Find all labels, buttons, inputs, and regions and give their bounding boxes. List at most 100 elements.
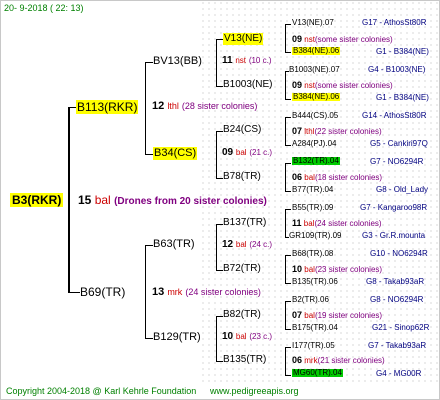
gen4-left-9: GR109(TR).09 <box>289 231 342 240</box>
gen1-count-1: 13 <box>152 286 165 298</box>
connector-line <box>285 347 291 348</box>
connector-line <box>145 245 153 246</box>
gen2-info-1: 09 bal (21 c.) <box>222 148 272 158</box>
gen4-left-1: B384(NE).06 <box>292 46 341 55</box>
gen3-note-2: (22 sister colonies) <box>314 127 382 136</box>
gen3-note-0: (some sister colonies) <box>314 35 393 44</box>
gen4-left-8: B55(TR).09 <box>292 203 334 212</box>
root-node: B3(RKR) <box>10 193 64 207</box>
gen3-breeder-6: bal <box>304 311 315 320</box>
connector-line <box>285 117 291 118</box>
gen3-info-3: 06 bal(18 sister colonies) <box>292 173 382 182</box>
gen4-right-5: G5 - Cankiri97Q <box>370 139 428 148</box>
gen3-breeder-5: bal <box>304 265 315 274</box>
gen3-info-7: 06 mrk(21 sister colonies) <box>292 356 385 365</box>
gen4-left-12: B2(TR).06 <box>292 295 329 304</box>
root-info: 15 bal (Drones from 20 sister colonies) <box>78 194 267 207</box>
connector-line <box>216 86 223 87</box>
connector-line <box>216 316 223 317</box>
gen3-note-5: (23 sister colonies) <box>314 265 383 274</box>
connector-line <box>285 237 289 238</box>
site-link[interactable]: www.pedigreeapis.org <box>210 387 299 396</box>
gen2-node-1: B34(CS) <box>153 147 198 160</box>
gen4-left-10: B68(TR).08 <box>292 249 334 258</box>
gen3-breeder-4: bal <box>303 219 315 228</box>
gen3-count-3: 06 <box>292 172 303 182</box>
gen3-note-3: (18 sister colonies) <box>314 173 383 182</box>
gen3-node-3: B78(TR) <box>223 171 261 182</box>
gen4-right-8: G7 - Kangaroo98R <box>360 203 428 212</box>
gen1-breeder-0: lthl <box>167 101 179 111</box>
gen4-right-9: G3 - Gr.R.mounta <box>362 231 426 240</box>
gen3-node-6: B82(TR) <box>223 309 261 320</box>
gen3-info-5: 10 bal(23 sister colonies) <box>292 265 382 274</box>
gen4-left-2: B1003(NE).07 <box>289 65 340 74</box>
connector-line <box>285 375 291 376</box>
connector-line <box>216 39 217 86</box>
connector-line <box>285 24 291 25</box>
gen4-left-14: I177(TR).05 <box>292 341 335 350</box>
connector-line <box>216 131 223 132</box>
connector-line <box>145 245 146 338</box>
connector-line <box>285 283 291 284</box>
gen4-left-6: B132(TR).04 <box>292 156 340 165</box>
gen3-node-0: V13(NE) <box>223 33 264 45</box>
gen2-breeder-0: nst <box>235 56 247 65</box>
connector-line <box>285 145 291 146</box>
connector-line <box>216 361 223 362</box>
connector-line <box>216 224 223 225</box>
connector-line <box>285 117 286 145</box>
gen2-breeder-1: bal <box>235 148 247 157</box>
gen4-left-4: B444(CS).05 <box>292 111 339 120</box>
connector-line <box>216 131 217 178</box>
gen2-count-2: 12 <box>222 239 234 250</box>
connector-line <box>68 292 80 293</box>
gen4-left-0: V13(NE).07 <box>292 18 334 27</box>
gen1-node-1: B69(TR) <box>80 285 126 299</box>
connector-line <box>285 191 291 192</box>
root-note: (Drones from 20 sister colonies) <box>114 196 267 207</box>
connector-line <box>285 52 291 53</box>
gen3-node-5: B72(TR) <box>223 263 261 274</box>
gen3-note-7: (21 sister colonies) <box>317 356 385 365</box>
gen3-info-6: 07 bal(19 sister colonies) <box>292 311 382 320</box>
gen3-note-4: (24 sister colonies) <box>314 219 382 228</box>
gen3-note-1: (some sister colonies) <box>314 81 393 90</box>
gen2-note-2: (24 c.) <box>249 240 273 249</box>
gen1-info-1: 13 mrk (24 sister colonies) <box>152 287 261 298</box>
gen2-node-2: B63(TR) <box>153 238 195 250</box>
gen3-node-2: B24(CS) <box>223 124 262 135</box>
gen4-left-15: MG60(TR).04 <box>292 368 343 377</box>
gen3-node-7: B135(TR) <box>223 354 267 365</box>
gen3-count-6: 07 <box>292 310 303 320</box>
gen4-left-3: B384(NE).06 <box>292 92 341 101</box>
gen4-left-11: B135(TR).06 <box>292 277 338 286</box>
gen4-right-4: G14 - AthosSt80R <box>362 111 427 120</box>
connector-line <box>285 209 286 237</box>
gen3-count-7: 06 <box>292 355 303 365</box>
connector-line <box>216 316 217 361</box>
connector-line <box>145 62 153 63</box>
connector-line <box>285 301 286 329</box>
gen2-count-3: 10 <box>222 331 234 342</box>
connector-line <box>68 107 70 293</box>
gen4-right-14: G7 - Takab93aR <box>368 341 427 350</box>
gen1-breeder-1: mrk <box>167 287 183 297</box>
connector-line <box>145 338 153 339</box>
connector-line <box>285 163 286 191</box>
gen2-info-0: 11 nst (10 c.) <box>222 56 271 66</box>
gen4-right-11: G8 - Takab93aR <box>366 277 425 286</box>
gen3-note-6: (19 sister colonies) <box>314 311 383 320</box>
gen4-right-3: G1 - B384(NE) <box>376 93 429 102</box>
gen3-breeder-0: nst <box>304 35 315 44</box>
connector-line <box>145 154 153 155</box>
connector-line <box>216 39 223 40</box>
gen4-left-13: B175(TR).04 <box>292 323 338 332</box>
gen4-right-15: G4 - MG00R <box>376 369 422 378</box>
gen4-right-1: G1 - B384(NE) <box>376 47 429 56</box>
gen3-node-1: B1003(NE) <box>223 79 273 90</box>
gen2-note-1: (21 c.) <box>249 148 273 157</box>
root-breeder: bal <box>94 193 111 207</box>
date-header: 20- 9-2018 ( 22: 13) <box>4 3 84 13</box>
gen4-right-13: G21 - Sinop62R <box>372 323 430 332</box>
